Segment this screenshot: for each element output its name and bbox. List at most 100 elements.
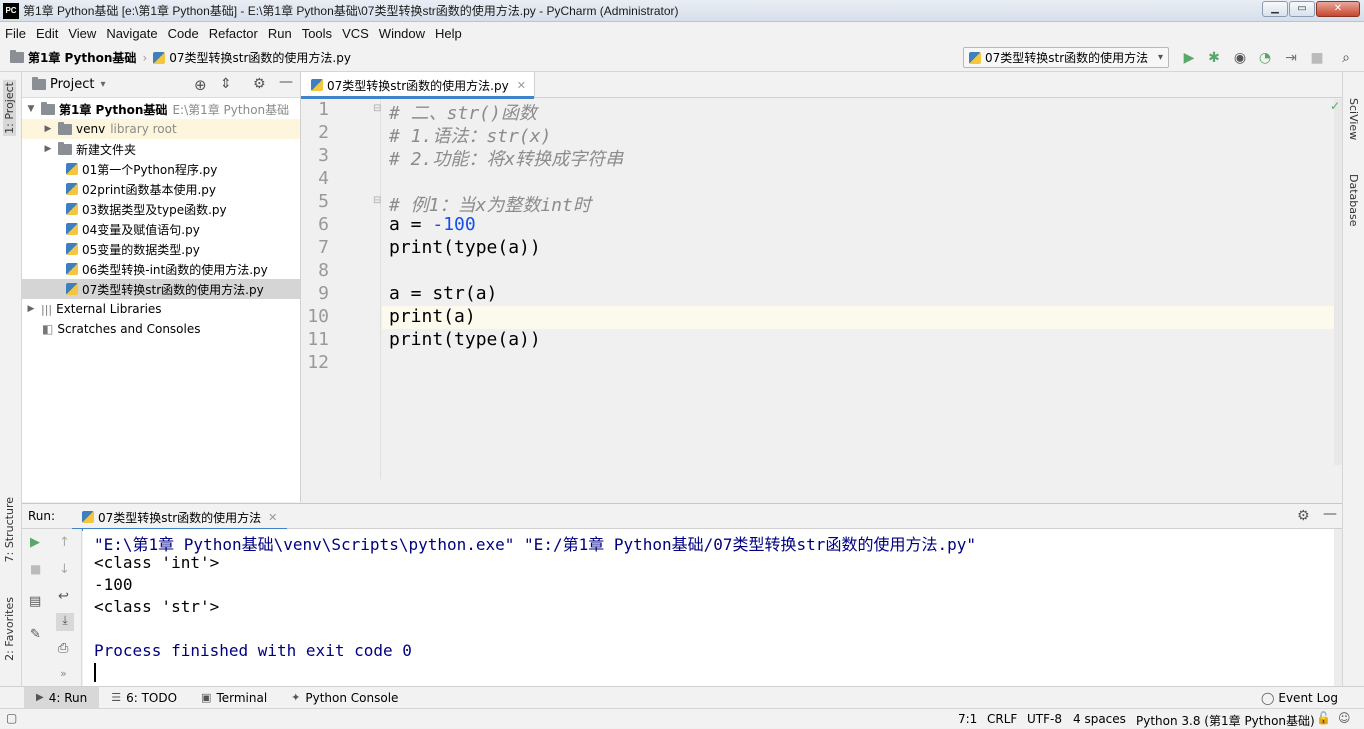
status-indent[interactable]: 4 spaces [1073, 712, 1126, 726]
tree-item-file[interactable]: 02print函数基本使用.py [22, 179, 300, 199]
menu-refactor[interactable]: Refactor [204, 26, 263, 41]
more-icon[interactable]: » [60, 667, 67, 680]
profile-icon[interactable]: ◔ [1257, 50, 1273, 66]
lock-icon[interactable]: 🔓 [1316, 711, 1331, 725]
bottom-tab-todo[interactable]: ☰ 6: TODO [99, 687, 189, 709]
search-icon[interactable]: ⌕ [1338, 50, 1354, 66]
inspector-icon[interactable]: ☺ [1338, 711, 1351, 725]
tree-item-venv[interactable]: ▶ venv library root [22, 119, 300, 139]
line-number: 11 [307, 329, 329, 350]
chevron-down-icon[interactable]: ▾ [100, 79, 105, 90]
menu-code[interactable]: Code [163, 26, 204, 41]
breadcrumb-project[interactable]: 第1章 Python基础 [28, 49, 136, 66]
menu-tools[interactable]: Tools [297, 26, 337, 41]
run-icon[interactable]: ▶ [1181, 50, 1197, 66]
gear-icon[interactable]: ⚙ [1297, 508, 1310, 524]
console-scrollbar[interactable] [1334, 529, 1342, 686]
breadcrumb-file[interactable]: 07类型转换str函数的使用方法.py [169, 49, 351, 66]
menu-view[interactable]: View [63, 26, 101, 41]
fold-icon[interactable]: ⊟ [373, 195, 381, 206]
tree-item-file[interactable]: 05变量的数据类型.py [22, 239, 300, 259]
layout-icon[interactable]: ▤ [29, 594, 41, 609]
hide-icon[interactable]: — [1323, 506, 1337, 522]
maximize-button[interactable]: ▭ [1289, 1, 1315, 17]
tree-item-file-selected[interactable]: 07类型转换str函数的使用方法.py [22, 279, 300, 299]
close-button[interactable]: ✕ [1316, 1, 1360, 17]
soft-wrap-icon[interactable]: ↩ [58, 589, 69, 604]
hide-icon[interactable]: — [279, 74, 293, 90]
gear-icon[interactable]: ⚙ [253, 76, 266, 92]
tree-item-label: External Libraries [56, 302, 162, 316]
arrow-down-icon[interactable]: ↓ [59, 562, 70, 577]
tree-item-folder[interactable]: ▶ 新建文件夹 [22, 139, 300, 159]
status-position[interactable]: 7:1 [958, 712, 977, 726]
pin-icon[interactable]: ✎ [30, 627, 41, 642]
scroll-to-end-icon[interactable]: ⤓ [56, 613, 74, 631]
bottom-tab-python-console[interactable]: ✦ Python Console [279, 687, 410, 709]
status-encoding[interactable]: UTF-8 [1027, 712, 1062, 726]
run-tab[interactable]: 07类型转换str函数的使用方法 ✕ [72, 504, 288, 531]
run-config-selector[interactable]: 07类型转换str函数的使用方法 ▾ [963, 47, 1169, 68]
breadcrumb-separator-icon: › [142, 50, 148, 65]
check-icon: ✓ [1330, 99, 1341, 113]
status-toggle-icon[interactable]: ▢ [6, 711, 17, 725]
menu-run[interactable]: Run [263, 26, 297, 41]
editor-tab[interactable]: 07类型转换str函数的使用方法.py ✕ [301, 72, 535, 99]
collapse-icon[interactable]: ⇕ [220, 76, 232, 92]
run-console[interactable]: "E:\第1章 Python基础\venv\Scripts\python.exe… [83, 529, 1342, 686]
bottom-tab-run[interactable]: ▶ 4: Run [24, 686, 100, 709]
print-icon[interactable]: ⎙ [58, 641, 68, 656]
line-number: 6 [318, 214, 329, 235]
locate-icon[interactable]: ⊕ [194, 76, 207, 94]
tree-item-external-libraries[interactable]: ▶ ||| External Libraries [22, 299, 300, 319]
code-editor[interactable]: # 二、str()函数 # 1.语法：str(x) # 2.功能：将x转换成字符… [382, 99, 1334, 479]
menu-window[interactable]: Window [374, 26, 430, 41]
terminal-icon: ▣ [201, 691, 212, 704]
stop-icon[interactable]: ■ [30, 562, 41, 576]
line-number: 8 [318, 260, 329, 281]
python-file-icon [66, 223, 78, 235]
code-line-7: print(type(a)) [389, 237, 541, 258]
run-toolbar: ▶ ■ ▤ ✎ ↑ ↓ ↩ ⤓ ⎙ » [22, 529, 82, 686]
bottom-tab-terminal[interactable]: ▣ Terminal [189, 687, 279, 709]
tool-tab-structure[interactable]: 7: Structure [3, 497, 16, 562]
status-interpreter[interactable]: Python 3.8 (第1章 Python基础) [1136, 712, 1315, 729]
menu-edit[interactable]: Edit [31, 26, 63, 41]
coverage-icon[interactable]: ◉ [1232, 50, 1248, 66]
tree-item-label: 新建文件夹 [76, 142, 137, 157]
window-title: 第1章 Python基础 [e:\第1章 Python基础] - E:\第1章 … [23, 4, 679, 18]
code-line-11: print(type(a)) [389, 329, 541, 350]
menu-navigate[interactable]: Navigate [101, 26, 162, 41]
tree-item-file[interactable]: 03数据类型及type函数.py [22, 199, 300, 219]
tree-item-scratches[interactable]: ◧ Scratches and Consoles [22, 319, 300, 339]
menu-help[interactable]: Help [430, 26, 467, 41]
close-icon[interactable]: ✕ [268, 511, 277, 524]
rerun-icon[interactable]: ▶ [30, 535, 40, 550]
tool-tab-project[interactable]: 1: Project [3, 80, 16, 136]
status-line-separator[interactable]: CRLF [987, 712, 1017, 726]
fold-icon[interactable]: ⊟ [373, 103, 381, 114]
menu-file[interactable]: File [0, 26, 31, 41]
python-file-icon [153, 51, 166, 64]
concurrency-icon[interactable]: ⇥ [1283, 50, 1299, 66]
tree-item-file[interactable]: 06类型转换-int函数的使用方法.py [22, 259, 300, 279]
code-token: a = [389, 214, 433, 235]
tree-item-label: venv [76, 122, 106, 136]
tree-root[interactable]: ▼ 第1章 Python基础 E:\第1章 Python基础 [22, 99, 300, 119]
close-icon[interactable]: ✕ [517, 79, 526, 92]
editor-scrollbar[interactable] [1334, 99, 1342, 465]
tree-item-file[interactable]: 04变量及赋值语句.py [22, 219, 300, 239]
menu-vcs[interactable]: VCS [337, 26, 374, 41]
stop-icon[interactable]: ■ [1309, 50, 1325, 66]
debug-icon[interactable]: ✱ [1206, 50, 1222, 66]
project-panel-title[interactable]: Project [50, 77, 94, 92]
tree-item-file[interactable]: 01第一个Python程序.py [22, 159, 300, 179]
tool-tab-database[interactable]: Database [1347, 174, 1360, 227]
tool-tab-favorites[interactable]: 2: Favorites [3, 597, 16, 661]
minimize-button[interactable]: ▁ [1262, 1, 1288, 17]
tool-tab-sciview[interactable]: SciView [1347, 98, 1360, 140]
event-log-button[interactable]: ◯ Event Log [1249, 687, 1350, 709]
python-file-icon [66, 263, 78, 275]
arrow-up-icon[interactable]: ↑ [59, 535, 70, 550]
event-log-label: Event Log [1278, 690, 1338, 705]
